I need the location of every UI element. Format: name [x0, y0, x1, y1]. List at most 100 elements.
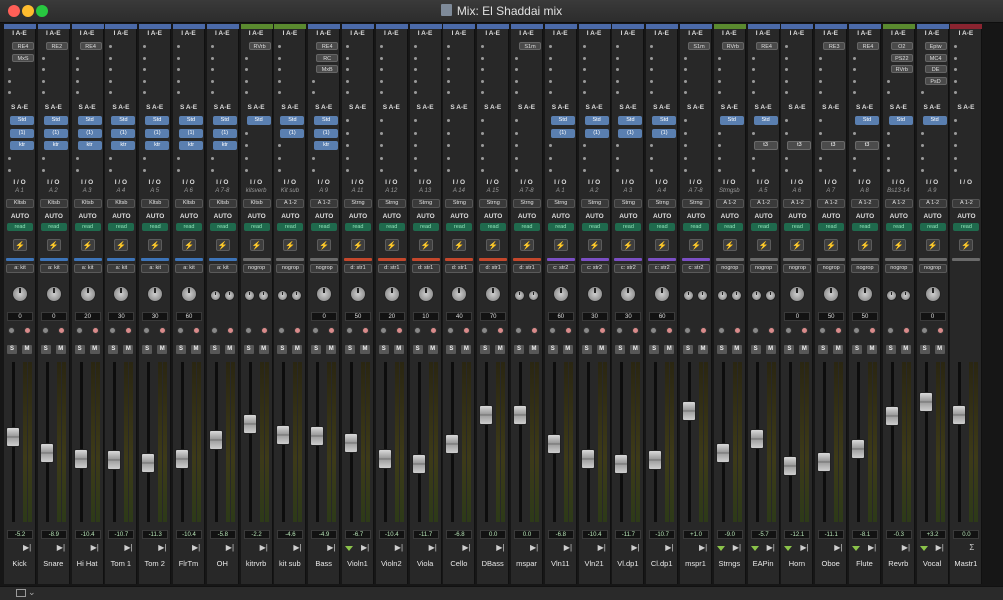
group-selector[interactable]: nogrop [918, 264, 947, 273]
volume-fader[interactable] [479, 405, 494, 426]
input-label[interactable]: Kit sub [274, 188, 305, 194]
insert-slot-empty[interactable] [853, 79, 856, 83]
record-enable-button[interactable] [733, 327, 741, 334]
volume-fader[interactable] [377, 448, 392, 469]
send-slot-empty[interactable] [684, 119, 687, 122]
meter-options-icon[interactable]: ▶| [496, 543, 504, 552]
send-slot-empty[interactable] [481, 144, 485, 147]
chevron-down-icon[interactable]: ⌄ [28, 587, 36, 598]
send-slot-3[interactable]: ktr [145, 141, 170, 150]
send-slot-2[interactable]: (1) [10, 128, 34, 138]
send-slot-1[interactable]: Std [314, 116, 339, 125]
output-selector[interactable]: Strng [411, 199, 440, 208]
pan-knob[interactable] [924, 286, 941, 302]
send-slot-3[interactable]: t3 [787, 141, 812, 150]
track-name[interactable]: Viola [410, 557, 441, 571]
group-selector[interactable]: a: kit [6, 264, 34, 273]
insert-slot-empty[interactable] [75, 79, 79, 83]
insert-slot-empty[interactable] [177, 91, 180, 94]
send-slot-empty[interactable] [346, 169, 349, 172]
output-selector[interactable]: Strng [580, 199, 609, 208]
send-slot-empty[interactable] [684, 144, 687, 147]
input-label[interactable]: A 1 [545, 188, 576, 194]
automation-mode-button[interactable]: read [345, 223, 371, 231]
track-name[interactable]: Violn1 [342, 557, 373, 571]
send-slot-2[interactable]: (1) [43, 128, 68, 138]
send-slot-empty[interactable] [346, 144, 349, 147]
solo-button[interactable]: S [412, 345, 423, 354]
volume-fader[interactable] [445, 433, 460, 454]
insert-slot-empty[interactable] [819, 68, 823, 71]
send-slot-empty[interactable] [515, 156, 518, 160]
send-slot-3[interactable]: ktr [77, 141, 102, 150]
send-slot-empty[interactable] [413, 144, 417, 147]
pan-knob[interactable] [45, 286, 62, 302]
bolt-icon[interactable]: ⚡ [283, 239, 298, 251]
mute-button[interactable]: M [191, 345, 201, 354]
send-slot-empty[interactable] [481, 156, 485, 160]
automation-mode-button[interactable]: read [683, 223, 709, 231]
bolt-icon[interactable]: ⚡ [452, 239, 467, 251]
input-label[interactable]: A 7-8 [207, 188, 238, 194]
insert-slot-empty[interactable] [954, 45, 958, 48]
volume-value[interactable]: -10.4 [74, 530, 101, 539]
send-slot-empty[interactable] [278, 144, 282, 147]
mute-button[interactable]: M [799, 345, 810, 354]
bolt-icon[interactable]: ⚡ [351, 239, 365, 251]
pan-knob[interactable] [12, 286, 28, 302]
insert-slot-empty[interactable] [346, 56, 349, 60]
input-label[interactable]: A 7-8 [511, 188, 542, 194]
input-monitor-button[interactable] [447, 327, 455, 334]
pan-knob[interactable] [181, 286, 197, 302]
record-enable-button[interactable] [429, 327, 437, 334]
insert-slot-1[interactable]: RE4 [316, 42, 339, 50]
bolt-icon[interactable]: ⚡ [317, 239, 332, 251]
mute-button[interactable]: M [664, 345, 675, 354]
input-label[interactable]: A 8 [849, 188, 880, 194]
insert-slot-empty[interactable] [684, 56, 687, 60]
solo-button[interactable]: S [919, 345, 930, 354]
insert-slot-empty[interactable] [75, 68, 79, 71]
send-slot-empty[interactable] [244, 156, 248, 160]
send-slot-empty[interactable] [886, 169, 890, 172]
send-slot-3[interactable]: ktr [43, 141, 68, 150]
pan-value[interactable]: 30 [108, 312, 135, 321]
group-selector[interactable]: a: kit [175, 264, 203, 273]
insert-slot-empty[interactable] [413, 45, 417, 48]
meter-options-icon[interactable]: ▶| [868, 543, 876, 552]
volume-fader[interactable] [614, 454, 629, 475]
pan-value[interactable]: 40 [446, 312, 473, 321]
solo-button[interactable]: S [885, 345, 896, 354]
send-slot-empty[interactable] [379, 156, 383, 160]
meter-options-icon[interactable]: ▶| [260, 543, 268, 552]
insert-slot-empty[interactable] [379, 91, 383, 94]
input-monitor-button[interactable] [177, 327, 184, 334]
mute-button[interactable]: M [360, 345, 370, 354]
automation-mode-button[interactable]: read [40, 223, 67, 231]
insert-slot-empty[interactable] [548, 79, 552, 83]
send-slot-3[interactable]: t3 [855, 141, 879, 150]
insert-slot-empty[interactable] [751, 79, 755, 83]
send-slot-empty[interactable] [785, 131, 789, 135]
bolt-icon[interactable]: ⚡ [80, 239, 95, 251]
input-label[interactable]: A 15 [477, 188, 508, 194]
bolt-icon[interactable]: ⚡ [520, 239, 534, 251]
send-slot-empty[interactable] [447, 144, 451, 147]
send-slot-empty[interactable] [684, 131, 687, 135]
volume-value[interactable]: -11.7 [615, 530, 642, 539]
pan-knob[interactable] [350, 286, 366, 302]
group-selector[interactable]: c: str2 [546, 264, 575, 273]
track-name[interactable]: Bass [308, 557, 339, 571]
pan-knob-right[interactable] [291, 290, 303, 301]
track-name[interactable]: FlrTm [173, 557, 204, 571]
solo-button[interactable]: S [716, 345, 727, 354]
insert-slot-empty[interactable] [210, 45, 214, 48]
insert-slot-empty[interactable] [515, 68, 518, 71]
track-name[interactable]: Revrb [883, 557, 914, 571]
pan-value[interactable]: 30 [142, 312, 169, 321]
bolt-icon[interactable]: ⚡ [790, 239, 805, 251]
track-name[interactable]: Flute [849, 557, 880, 571]
input-monitor-button[interactable] [650, 327, 658, 334]
output-selector[interactable]: Kltsb [141, 199, 170, 208]
mute-button[interactable]: M [393, 345, 404, 354]
